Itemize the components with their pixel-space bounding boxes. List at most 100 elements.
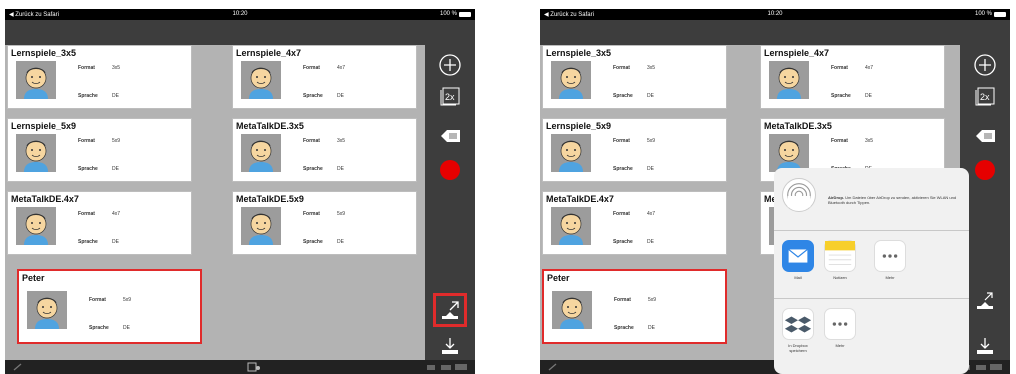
more-icon <box>824 308 856 340</box>
status-bar: ◀ Zurück zu Safari 10:20 100 % <box>540 9 1010 20</box>
avatar <box>551 207 591 245</box>
card-title: MetaTalkDE.4x7 <box>546 194 614 204</box>
airdrop-text: AirDrop. Um Dateien über AirDrop zu send… <box>828 195 957 205</box>
format-row: Format 4x7 <box>303 65 346 71</box>
battery-icon <box>994 11 1006 17</box>
pencil-icon[interactable] <box>548 363 558 371</box>
pencil-icon[interactable] <box>13 363 23 371</box>
battery-indicator: 100 % <box>975 11 1006 17</box>
share-app-label: Notizen <box>833 275 847 280</box>
avatar <box>16 61 56 99</box>
airdrop-icon <box>782 178 816 212</box>
vocab-card[interactable]: Lernspiele_3x5 Format 3x5 Sprache DE <box>542 45 727 109</box>
language-row: SpracheDE <box>614 325 655 331</box>
vocab-card[interactable]: Lernspiele_4x7 Format 4x7 Sprache DE <box>232 45 417 109</box>
share-action-label: In Dropbox speichern <box>788 343 808 353</box>
vocab-card-selected[interactable]: Peter Format 5x9 Sprache DE <box>17 269 202 344</box>
format-row: Format 4x7 <box>831 65 874 71</box>
add-icon[interactable] <box>439 54 461 76</box>
avatar <box>27 291 67 329</box>
card-title: Lernspiele_4x7 <box>764 48 830 58</box>
card-title: Lernspiele_5x9 <box>546 121 612 131</box>
vocabulary-grid: Lernspiele_3x5 Format 3x5 Sprache DE Lernspi… <box>5 45 425 363</box>
avatar <box>16 134 56 172</box>
bottom-bar <box>5 360 475 374</box>
label-icon[interactable] <box>439 125 461 147</box>
status-bar: ◀ Zurück zu Safari 10:20 100 % <box>5 9 475 20</box>
format-row: Format 3x5 <box>613 65 656 71</box>
format-row: Format 3x5 <box>78 65 121 71</box>
clock: 10:20 <box>767 11 783 17</box>
more-icon <box>874 240 906 272</box>
card-title: MetaTalkDE.3x5 <box>236 121 304 131</box>
format-row: Format5x9 <box>303 211 346 217</box>
language-row: SpracheDE <box>831 93 872 99</box>
language-row: SpracheDE <box>78 93 119 99</box>
vocab-card[interactable]: Lernspiele_5x9 Format 5x9 Sprache DE <box>7 118 192 182</box>
share-action-label: Mehr <box>835 343 845 348</box>
avatar <box>552 291 592 329</box>
share-app-label: Mail <box>794 275 802 280</box>
vocab-card[interactable]: MetaTalkDE.4x7 Format 4x7 Sprache DE <box>542 191 727 255</box>
duplicate-icon[interactable]: 2x <box>439 85 461 107</box>
vocab-card[interactable]: MetaTalkDE.3x5 Format3x5 SpracheDE <box>232 118 417 182</box>
share-app-mail[interactable]: Mail <box>782 240 814 280</box>
grid-size-icons[interactable] <box>427 363 467 371</box>
format-row: Format 4x7 <box>613 211 656 217</box>
import-icon[interactable] <box>439 335 461 357</box>
avatar <box>769 61 809 99</box>
duplicate-icon[interactable]: 2x <box>974 85 996 107</box>
share-sheet: AirDrop. Um Dateien über AirDrop zu send… <box>774 168 969 374</box>
card-title: MetaTalkDE.5x9 <box>236 194 304 204</box>
side-toolbar: 2x <box>425 45 475 363</box>
language-row: SpracheDE <box>613 93 654 99</box>
import-icon[interactable] <box>974 335 996 357</box>
avatar <box>551 134 591 172</box>
vocab-card-selected[interactable]: Peter Format 5x9 Sprache DE <box>542 269 727 344</box>
language-row: SpracheDE <box>613 166 654 172</box>
share-app-more[interactable]: Mehr <box>874 240 906 280</box>
label-icon[interactable] <box>974 125 996 147</box>
language-row: SpracheDE <box>303 166 344 172</box>
card-title: Peter <box>547 273 570 283</box>
format-row: Format5x9 <box>78 138 121 144</box>
language-row: SpracheDE <box>303 239 344 245</box>
battery-icon <box>459 11 471 17</box>
share-actions-row: In Dropbox speichern Mehr <box>774 299 969 367</box>
format-row: Format5x9 <box>614 297 657 303</box>
share-button[interactable] <box>974 290 996 312</box>
card-title: MetaTalkDE.4x7 <box>11 194 79 204</box>
screen-left: ◀ Zurück zu Safari 10:20 100 % Lernspiel… <box>5 9 475 374</box>
dropbox-icon <box>782 308 814 340</box>
vocab-card[interactable]: MetaTalkDE.5x9 Format5x9 SpracheDE <box>232 191 417 255</box>
share-app-notes[interactable]: Notizen <box>824 240 856 280</box>
vocab-card[interactable]: Lernspiele_5x9 Format 5x9 Sprache DE <box>542 118 727 182</box>
share-button[interactable] <box>433 293 467 327</box>
delete-icon[interactable] <box>974 159 996 181</box>
format-row: Format 3x5 <box>303 138 346 144</box>
card-title: Lernspiele_3x5 <box>11 48 77 58</box>
language-row: SpracheDE <box>78 239 119 245</box>
add-icon[interactable] <box>974 54 996 76</box>
format-row: Format 4x7 <box>78 211 121 217</box>
avatar <box>769 134 809 172</box>
share-action-more[interactable]: Mehr <box>824 308 856 348</box>
avatar <box>241 207 281 245</box>
airdrop-row[interactable]: AirDrop. Um Dateien über AirDrop zu send… <box>774 168 969 231</box>
delete-icon[interactable] <box>439 159 461 181</box>
vocab-card[interactable]: MetaTalkDE.4x7 Format 4x7 Sprache DE <box>7 191 192 255</box>
battery-indicator: 100 % <box>440 11 471 17</box>
language-row: SpracheDE <box>78 166 119 172</box>
format-row: Format 3x5 <box>831 138 874 144</box>
share-action-dropbox[interactable]: In Dropbox speichern <box>782 308 814 353</box>
svg-text:2x: 2x <box>980 92 990 102</box>
vocab-card[interactable]: Lernspiele_4x7 Format 4x7 Sprache DE <box>760 45 945 109</box>
notes-icon <box>824 240 856 272</box>
format-row: Format5x9 <box>613 138 656 144</box>
avatar <box>16 207 56 245</box>
card-title: Lernspiele_3x5 <box>546 48 612 58</box>
clock: 10:20 <box>232 11 248 17</box>
settings-icon[interactable] <box>247 362 261 372</box>
vocab-card[interactable]: Lernspiele_3x5 Format 3x5 Sprache DE <box>7 45 192 109</box>
screen-right: ◀ Zurück zu Safari 10:20 100 % Lernspiel… <box>540 9 1010 374</box>
